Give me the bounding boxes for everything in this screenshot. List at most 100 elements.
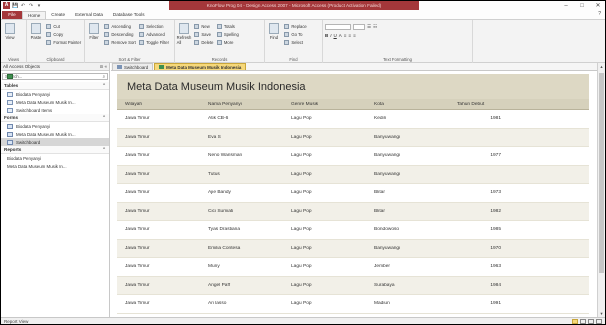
form-icon <box>7 123 13 129</box>
totals-button[interactable]: Totals <box>216 23 239 30</box>
nav-item-form[interactable]: Switchboard <box>1 138 109 146</box>
collapse-icon[interactable]: ⌃ <box>102 83 106 89</box>
font-name-dropdown[interactable] <box>325 23 351 30</box>
remove-sort-button[interactable]: Remove Sort <box>104 39 136 46</box>
layout-view-icon[interactable] <box>588 319 594 324</box>
cut-button[interactable]: Cut <box>46 23 81 30</box>
nav-item-report[interactable]: Meta Data Museum Musik In... <box>1 74 109 170</box>
table-cell: Kediri <box>374 116 387 122</box>
tab-external-data[interactable]: External Data <box>70 11 108 19</box>
chevron-down-icon[interactable]: ⊙ « <box>99 64 107 70</box>
nav-item-form[interactable]: Biodata Penyanyi <box>1 122 109 130</box>
ribbon-tabs: File Home Create External Data Database … <box>1 10 605 19</box>
help-icon[interactable]: ? <box>598 11 601 17</box>
advanced-button[interactable]: Advanced <box>139 31 169 38</box>
toggle-filter-button[interactable]: Toggle Filter <box>139 39 169 46</box>
nav-section-forms[interactable]: Forms ⌃ <box>1 114 109 122</box>
nav-section-reports[interactable]: Reports ⌃ <box>1 146 109 154</box>
tab-file[interactable]: File <box>2 11 22 19</box>
advanced-label: Advanced <box>146 32 165 37</box>
nav-item-label: Switchboard <box>16 139 41 145</box>
align-center-icon[interactable]: ≡ <box>348 33 351 38</box>
font-size-dropdown[interactable] <box>353 23 365 30</box>
collapse-icon[interactable]: ⌃ <box>102 115 106 121</box>
select-button[interactable]: Select <box>284 39 306 46</box>
numbering-icon[interactable]: ☷ <box>373 24 377 30</box>
nav-item-label: Switchboard Items <box>16 107 53 113</box>
view-button[interactable]: View <box>3 23 17 40</box>
doc-tab-report[interactable]: Meta Data Museum Musik Indonesia <box>154 63 247 70</box>
copy-button[interactable]: Copy <box>46 31 81 38</box>
collapse-icon[interactable]: ⌃ <box>102 147 106 153</box>
toggle-filter-label: Toggle Filter <box>146 40 170 45</box>
paste-label: Paste <box>30 35 42 40</box>
save-record-button[interactable]: Save <box>194 31 213 38</box>
scroll-up-icon[interactable]: ▴ <box>598 63 605 70</box>
report-rows: Jawa Timur Atik CB-6 Lagu Pop Kediri 1981 Jaw… <box>117 110 589 314</box>
column-header: Kota <box>374 101 384 107</box>
go-to-button[interactable]: Go To <box>284 31 306 38</box>
align-left-icon[interactable]: ≡ <box>344 33 347 38</box>
redo-icon[interactable]: ↷ <box>28 3 34 9</box>
table-cell: Neno Warisman <box>208 153 243 159</box>
filter-label: Filter <box>89 35 99 40</box>
vertical-scrollbar[interactable]: ▴ ▾ <box>597 63 605 317</box>
scroll-thumb[interactable] <box>599 73 604 273</box>
bullets-icon[interactable]: ☰ <box>367 24 371 30</box>
nav-item-report[interactable]: Biodata Penyanyi <box>1 74 109 162</box>
format-painter-button[interactable]: Format Painter <box>46 39 81 46</box>
table-cell: Lagu Pop <box>291 245 312 251</box>
nav-pane-title: All Access Objects <box>3 64 41 69</box>
descending-label: Descending <box>111 32 134 37</box>
replace-label: Replace <box>291 24 307 29</box>
table-cell: Jember <box>374 264 390 270</box>
font-color-button[interactable]: A <box>339 33 342 38</box>
underline-button[interactable]: U <box>334 33 337 38</box>
spelling-button[interactable]: Spelling <box>216 31 239 38</box>
nav-item-table[interactable]: Meta Data Museum Musik In... <box>1 98 109 106</box>
table-cell: 1981 <box>490 116 501 122</box>
selection-button[interactable]: Selection <box>139 23 169 30</box>
nav-section-tables[interactable]: Tables ⌃ <box>1 82 109 90</box>
delete-record-button[interactable]: Delete <box>194 39 214 46</box>
align-right-icon[interactable]: ≡ <box>353 33 356 38</box>
more-button[interactable]: More <box>216 39 239 46</box>
nav-search-input[interactable]: Search... ⌕ <box>2 73 108 80</box>
maximize-button[interactable]: □ <box>577 3 587 9</box>
tab-create[interactable]: Create <box>46 11 70 19</box>
italic-button[interactable]: I <box>330 33 331 38</box>
bold-button[interactable]: B <box>325 33 328 38</box>
print-preview-icon[interactable] <box>580 319 586 324</box>
replace-button[interactable]: Replace <box>284 23 307 30</box>
nav-item-table[interactable]: Switchboard Items <box>1 106 109 114</box>
undo-icon[interactable]: ↶ <box>20 3 26 9</box>
find-button[interactable]: Find <box>267 23 281 40</box>
design-view-icon[interactable] <box>596 319 602 324</box>
ascending-button[interactable]: Ascending <box>104 23 135 30</box>
table-cell: Lagu Pop <box>291 301 312 307</box>
column-header: Nama Penyanyi <box>208 101 242 107</box>
new-record-button[interactable]: New <box>194 23 213 30</box>
report-view-icon[interactable] <box>572 319 578 324</box>
filter-button[interactable]: Filter <box>87 23 101 40</box>
nav-item-form[interactable]: Meta Data Museum Musik In... <box>1 130 109 138</box>
access-app-icon[interactable]: A <box>3 2 10 9</box>
nav-item-table[interactable]: Biodata Penyanyi <box>1 90 109 98</box>
customize-qat-icon[interactable]: ▾ <box>36 3 42 9</box>
tab-database-tools[interactable]: Database Tools <box>108 11 150 19</box>
search-icon[interactable]: ⌕ <box>103 74 105 79</box>
tab-home[interactable]: Home <box>22 11 47 19</box>
paste-button[interactable]: Paste <box>29 23 43 40</box>
table-cell: Jawa Timur <box>125 301 150 307</box>
nav-pane-header[interactable]: All Access Objects ⊙ « <box>1 63 109 71</box>
scroll-down-icon[interactable]: ▾ <box>598 310 605 317</box>
minimize-button[interactable]: – <box>561 3 571 9</box>
doc-tab-switchboard[interactable]: Switchboard <box>112 63 154 70</box>
table-cell: Surabaya <box>374 282 395 288</box>
descending-button[interactable]: Descending <box>104 31 135 38</box>
save-icon[interactable]: 💾 <box>12 3 18 9</box>
table-row: Jawa Timur Ajie Bandy Lagu Pop Blitar 1973 <box>117 184 589 203</box>
close-button[interactable]: ✕ <box>593 2 603 9</box>
refresh-all-button[interactable]: Refresh All <box>177 23 191 45</box>
table-cell: Jawa Timur <box>125 171 150 177</box>
